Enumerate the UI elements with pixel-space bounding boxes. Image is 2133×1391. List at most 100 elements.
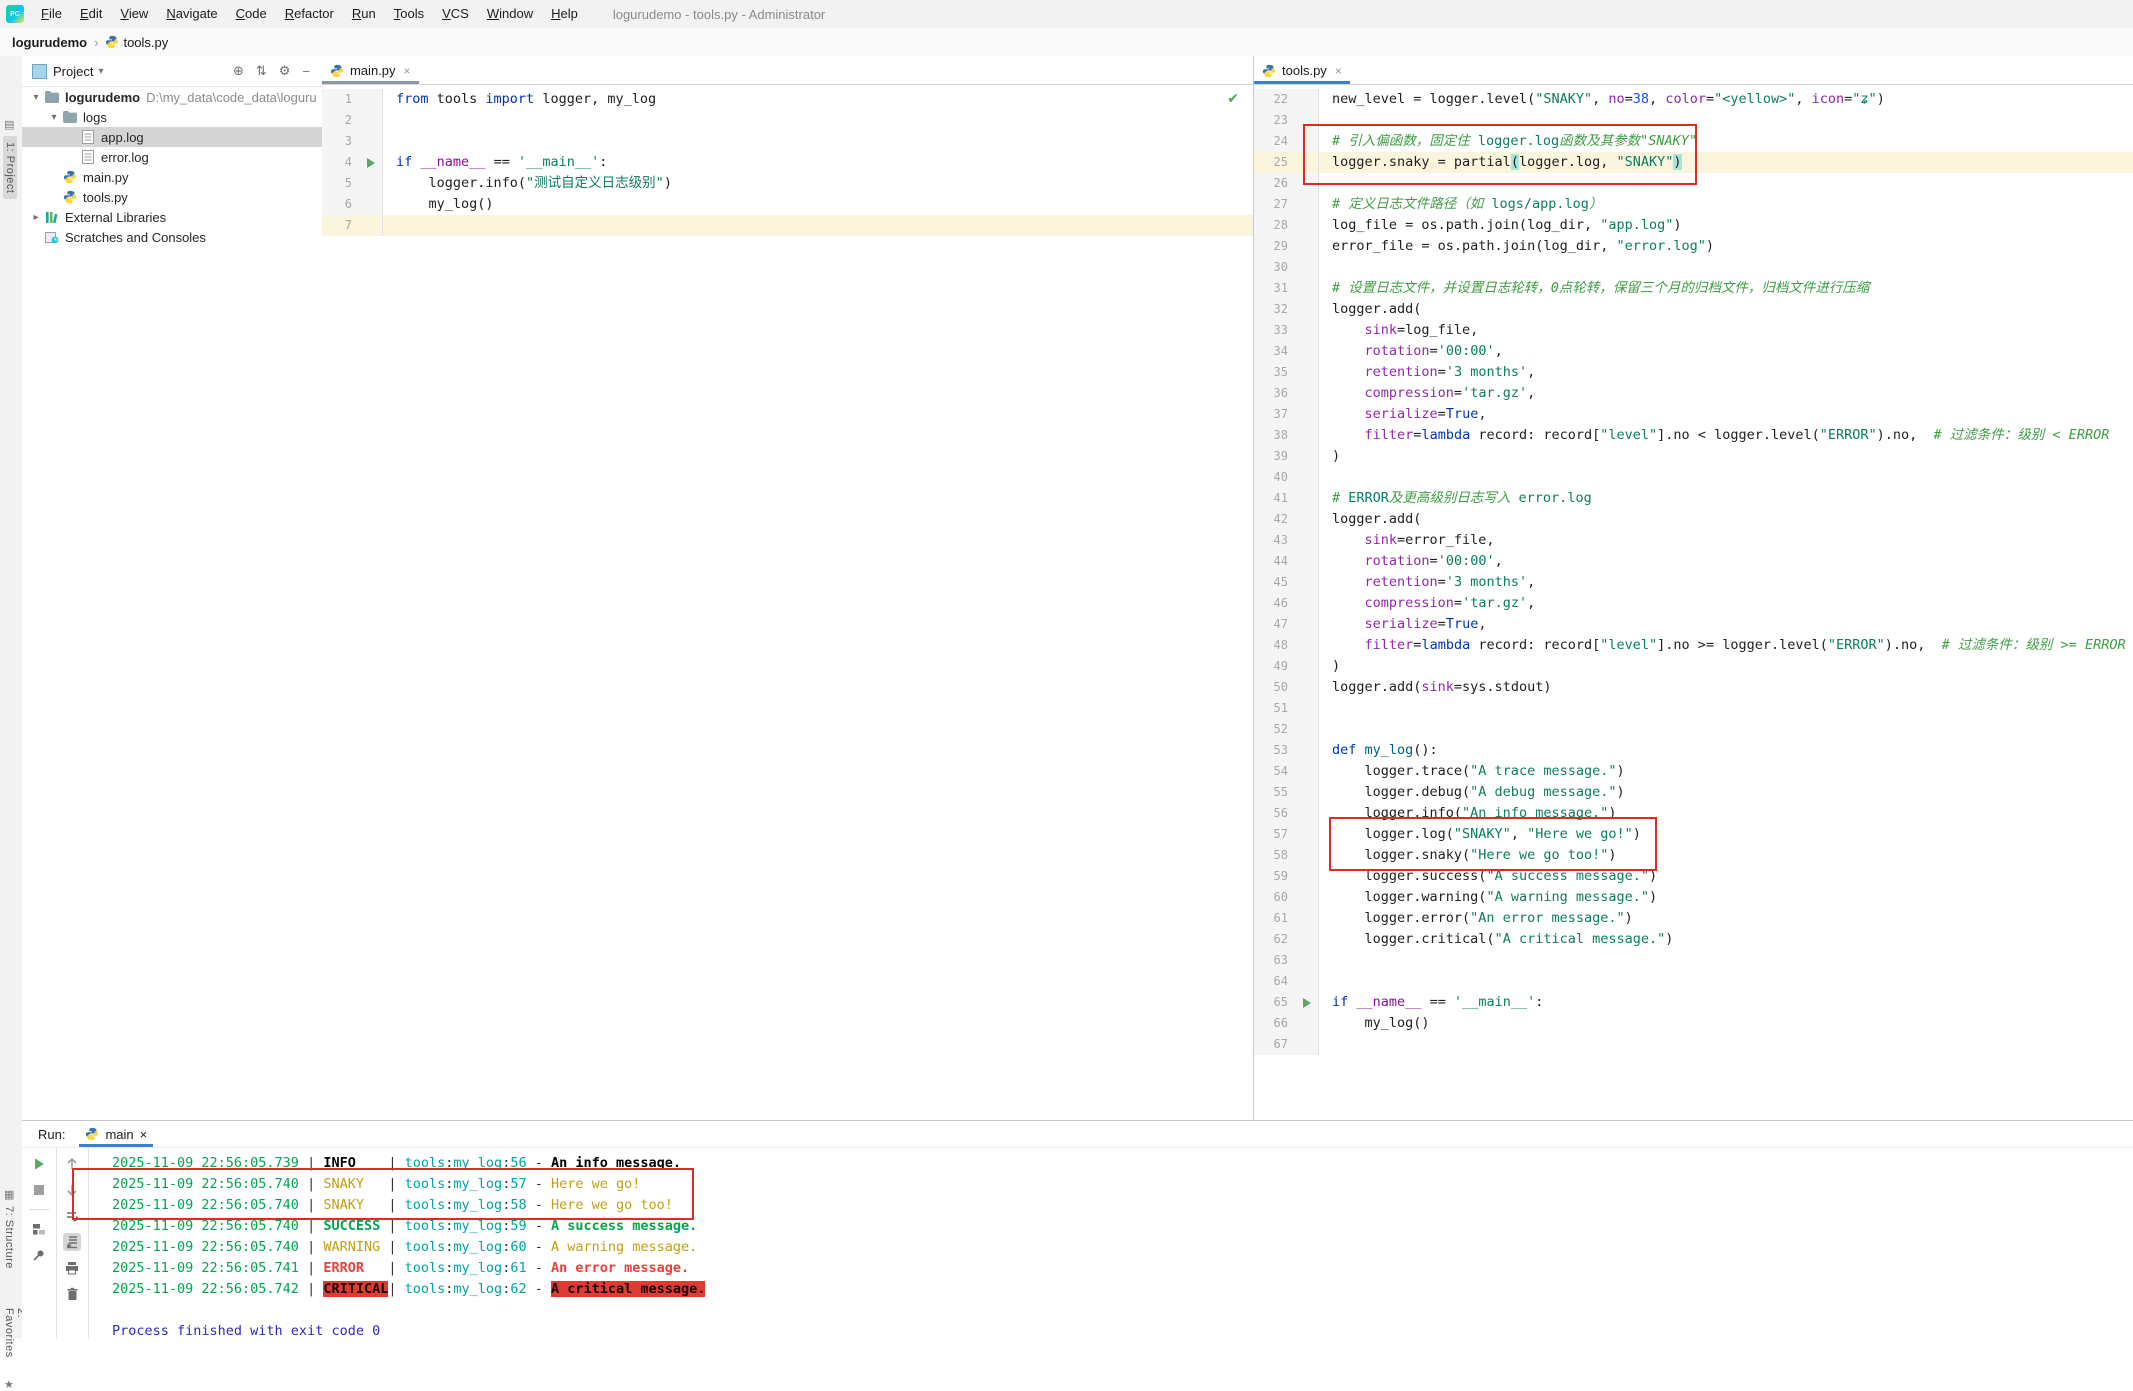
code-line-22[interactable]: 22new_level = logger.level("SNAKY", no=3…: [1254, 89, 2133, 110]
tab-tools-py[interactable]: tools.py ×: [1254, 57, 1350, 84]
code-line-30[interactable]: 30: [1254, 257, 2133, 278]
code-line-46[interactable]: 46 compression='tar.gz',: [1254, 593, 2133, 614]
close-icon[interactable]: ×: [140, 1127, 148, 1142]
breadcrumb-file[interactable]: tools.py: [123, 35, 168, 50]
code-line-55[interactable]: 55 logger.debug("A debug message."): [1254, 782, 2133, 803]
code-line-1[interactable]: 1from tools import logger, my_log: [322, 89, 1253, 110]
code-line-2[interactable]: 2: [322, 110, 1253, 131]
tree-item-scratches-and-consoles[interactable]: Scratches and Consoles: [22, 227, 322, 247]
code-line-57[interactable]: 57 logger.log("SNAKY", "Here we go!"): [1254, 824, 2133, 845]
menu-view[interactable]: View: [111, 0, 157, 28]
code-line-61[interactable]: 61 logger.error("An error message."): [1254, 908, 2133, 929]
code-line-26[interactable]: 26: [1254, 173, 2133, 194]
code-line-45[interactable]: 45 retention='3 months',: [1254, 572, 2133, 593]
close-icon[interactable]: ×: [404, 64, 411, 78]
menu-run[interactable]: Run: [343, 0, 385, 28]
code-line-41[interactable]: 41# ERROR及更高级别日志写入 error.log: [1254, 488, 2133, 509]
code-line-56[interactable]: 56 logger.info("An info message."): [1254, 803, 2133, 824]
code-line-65[interactable]: 65if __name__ == '__main__':: [1254, 992, 2133, 1013]
menu-vcs[interactable]: VCS: [433, 0, 478, 28]
hide-icon[interactable]: −: [302, 64, 310, 79]
code-line-37[interactable]: 37 serialize=True,: [1254, 404, 2133, 425]
rerun-icon[interactable]: [30, 1155, 48, 1173]
locate-icon[interactable]: ⊕: [233, 63, 244, 79]
tree-item-main-py[interactable]: main.py: [22, 167, 322, 187]
code-line-38[interactable]: 38 filter=lambda record: record["level"]…: [1254, 425, 2133, 446]
code-line-36[interactable]: 36 compression='tar.gz',: [1254, 383, 2133, 404]
tree-item-logs[interactable]: ▾logs: [22, 107, 322, 127]
pin-icon[interactable]: [30, 1246, 48, 1264]
code-line-7[interactable]: 7: [322, 215, 1253, 236]
code-line-40[interactable]: 40: [1254, 467, 2133, 488]
chevron-icon[interactable]: ▸: [28, 212, 44, 223]
code-line-48[interactable]: 48 filter=lambda record: record["level"]…: [1254, 635, 2133, 656]
menu-refactor[interactable]: Refactor: [276, 0, 343, 28]
menu-navigate[interactable]: Navigate: [157, 0, 226, 28]
code-line-43[interactable]: 43 sink=error_file,: [1254, 530, 2133, 551]
run-tab-main[interactable]: main ×: [79, 1121, 153, 1147]
tree-item-tools-py[interactable]: tools.py: [22, 187, 322, 207]
code-line-54[interactable]: 54 logger.trace("A trace message."): [1254, 761, 2133, 782]
code-line-58[interactable]: 58 logger.snaky("Here we go too!"): [1254, 845, 2133, 866]
tree-item-logurudemo[interactable]: ▾logurudemoD:\my_data\code_data\loguru: [22, 87, 322, 107]
code-line-42[interactable]: 42logger.add(: [1254, 509, 2133, 530]
code-line-63[interactable]: 63: [1254, 950, 2133, 971]
code-line-4[interactable]: 4if __name__ == '__main__':: [322, 152, 1253, 173]
menu-edit[interactable]: Edit: [71, 0, 111, 28]
menu-help[interactable]: Help: [542, 0, 587, 28]
code-line-52[interactable]: 52: [1254, 719, 2133, 740]
code-line-67[interactable]: 67: [1254, 1034, 2133, 1055]
tree-item-app-log[interactable]: app.log: [22, 127, 322, 147]
stop-icon[interactable]: [30, 1181, 48, 1199]
gear-icon[interactable]: ⚙: [279, 63, 291, 79]
code-line-31[interactable]: 31# 设置日志文件，并设置日志轮转，0点轮转，保留三个月的归档文件，归档文件进…: [1254, 278, 2133, 299]
restore-layout-icon[interactable]: [30, 1220, 48, 1238]
down-arrow-icon[interactable]: [63, 1181, 81, 1199]
code-line-39[interactable]: 39): [1254, 446, 2133, 467]
menu-code[interactable]: Code: [227, 0, 276, 28]
project-tool-icon[interactable]: ▤: [4, 118, 14, 131]
menu-tools[interactable]: Tools: [385, 0, 433, 28]
code-line-64[interactable]: 64: [1254, 971, 2133, 992]
structure-tool-icon[interactable]: ▦: [4, 1188, 14, 1201]
code-line-33[interactable]: 33 sink=log_file,: [1254, 320, 2133, 341]
run-gutter-icon[interactable]: [1296, 992, 1319, 1013]
code-line-66[interactable]: 66 my_log(): [1254, 1013, 2133, 1034]
clear-all-icon[interactable]: [63, 1285, 81, 1303]
code-line-60[interactable]: 60 logger.warning("A warning message."): [1254, 887, 2133, 908]
code-line-25[interactable]: 25logger.snaky = partial(logger.log, "SN…: [1254, 152, 2133, 173]
code-line-5[interactable]: 5 logger.info("测试自定义日志级别"): [322, 173, 1253, 194]
code-line-27[interactable]: 27# 定义日志文件路径（如 logs/app.log）: [1254, 194, 2133, 215]
print-icon[interactable]: [63, 1259, 81, 1277]
code-line-53[interactable]: 53def my_log():: [1254, 740, 2133, 761]
code-line-35[interactable]: 35 retention='3 months',: [1254, 362, 2133, 383]
code-line-24[interactable]: 24# 引入偏函数，固定住 logger.log函数及其参数"SNAKY": [1254, 131, 2133, 152]
collapse-all-icon[interactable]: ⇅: [256, 63, 267, 79]
tree-item-external-libraries[interactable]: ▸External Libraries: [22, 207, 322, 227]
code-line-59[interactable]: 59 logger.success("A success message."): [1254, 866, 2133, 887]
code-line-44[interactable]: 44 rotation='00:00',: [1254, 551, 2133, 572]
up-arrow-icon[interactable]: [63, 1155, 81, 1173]
code-line-50[interactable]: 50logger.add(sink=sys.stdout): [1254, 677, 2133, 698]
close-icon[interactable]: ×: [1335, 64, 1342, 78]
favorites-tool-icon[interactable]: ★: [4, 1378, 14, 1391]
project-view-label[interactable]: Project: [53, 64, 93, 79]
run-gutter-icon[interactable]: [360, 152, 383, 173]
code-line-49[interactable]: 49): [1254, 656, 2133, 677]
code-line-51[interactable]: 51: [1254, 698, 2133, 719]
tab-main-py[interactable]: main.py ×: [322, 57, 419, 84]
menu-file[interactable]: File: [32, 0, 71, 28]
code-line-6[interactable]: 6 my_log(): [322, 194, 1253, 215]
menu-window[interactable]: Window: [478, 0, 542, 28]
code-line-34[interactable]: 34 rotation='00:00',: [1254, 341, 2133, 362]
code-line-23[interactable]: 23: [1254, 110, 2133, 131]
code-line-32[interactable]: 32logger.add(: [1254, 299, 2133, 320]
soft-wrap-icon[interactable]: [63, 1207, 81, 1225]
chevron-icon[interactable]: ▾: [46, 112, 62, 123]
scroll-to-end-icon[interactable]: [63, 1233, 81, 1251]
code-line-47[interactable]: 47 serialize=True,: [1254, 614, 2133, 635]
stripe-structure-button[interactable]: 7: Structure: [3, 1206, 15, 1269]
chevron-icon[interactable]: ▾: [28, 92, 44, 103]
chevron-down-icon[interactable]: ▾: [98, 66, 103, 77]
code-line-62[interactable]: 62 logger.critical("A critical message."…: [1254, 929, 2133, 950]
